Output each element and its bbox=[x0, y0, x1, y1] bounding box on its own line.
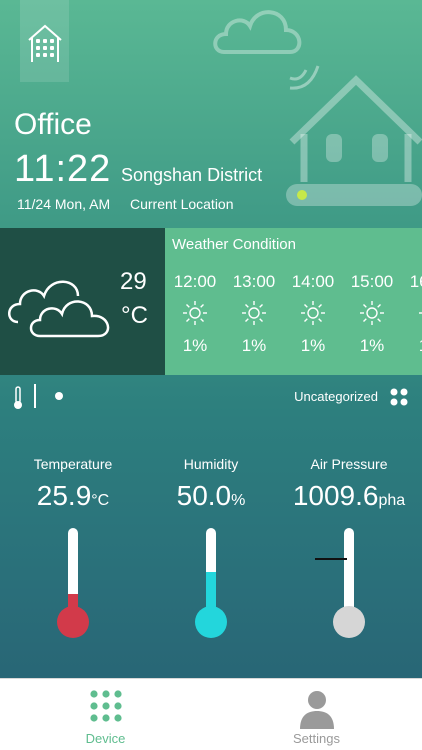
office-name: Office bbox=[14, 108, 92, 141]
hour-forecast-item: 15:00 1% bbox=[344, 272, 400, 356]
device-grid-icon bbox=[89, 690, 122, 722]
forecast-value: 1% bbox=[359, 336, 385, 355]
user-icon bbox=[299, 691, 334, 729]
air-pressure-gauge bbox=[315, 528, 365, 638]
temperature-sensor[interactable]: Temperature 25.9°C bbox=[3, 456, 143, 512]
category-label[interactable]: Uncategorized bbox=[294, 389, 378, 404]
hour-forecast-item: 16:00 1% bbox=[403, 272, 422, 356]
sun-icon bbox=[226, 300, 282, 326]
hour-forecast-item: 14:00 1% bbox=[285, 272, 341, 356]
temperature-unit: °C bbox=[121, 302, 148, 329]
home-grid-icon bbox=[28, 24, 62, 62]
forecast-hour: 12:00 bbox=[173, 272, 217, 291]
forecast-value: 1% bbox=[300, 336, 326, 355]
sensor-value: 50.0 bbox=[176, 480, 232, 511]
forecast-hour: 16:00 bbox=[409, 272, 422, 291]
header: Office 11:22 Songshan District 11/24 Mon… bbox=[0, 0, 422, 228]
hour-forecast-item: 13:00 1% bbox=[226, 272, 282, 356]
weather-condition-title: Weather Condition bbox=[172, 236, 296, 253]
home-menu-button[interactable] bbox=[20, 0, 69, 82]
sensor-label: Humidity bbox=[183, 456, 239, 472]
tab-settings[interactable]: Settings bbox=[211, 679, 422, 750]
cloudy-weather-icon bbox=[8, 280, 110, 338]
forecast-hour: 14:00 bbox=[291, 272, 335, 291]
sun-icon bbox=[285, 300, 341, 326]
current-weather-panel: 29 °C bbox=[0, 228, 165, 375]
current-location-label: Current Location bbox=[130, 196, 234, 212]
sensor-value: 25.9 bbox=[36, 480, 92, 511]
sensor-label: Air Pressure bbox=[310, 456, 388, 472]
current-date: 11/24 Mon, AM bbox=[17, 196, 111, 212]
humidity-sensor[interactable]: Humidity 50.0% bbox=[141, 456, 281, 512]
hour-forecast-item: 12:00 1% bbox=[167, 272, 223, 356]
cloud-decoration-icon bbox=[213, 10, 302, 54]
bottom-tab-bar: Device Settings bbox=[0, 678, 422, 750]
tab-device[interactable]: Device bbox=[0, 679, 211, 750]
sensor-unit: pha bbox=[378, 492, 406, 509]
grid-view-icon[interactable] bbox=[390, 388, 408, 406]
air-pressure-sensor[interactable]: Air Pressure 1009.6pha bbox=[279, 456, 419, 512]
sensor-unit: % bbox=[231, 492, 246, 509]
tab-device-label: Device bbox=[85, 731, 126, 746]
sun-icon bbox=[167, 300, 223, 326]
forecast-value: 1% bbox=[403, 336, 422, 356]
forecast-hour: 15:00 bbox=[350, 272, 394, 291]
forecast-value: 1% bbox=[182, 336, 208, 355]
sensor-label: Temperature bbox=[33, 456, 113, 472]
sensor-value: 1009.6 bbox=[292, 480, 379, 511]
sensor-unit: °C bbox=[91, 492, 110, 509]
page-dot-icon[interactable] bbox=[55, 392, 63, 400]
district-name: Songshan District bbox=[121, 165, 263, 185]
sun-icon bbox=[403, 300, 422, 326]
hourly-forecast-panel[interactable]: Weather Condition 12:00 1% 13:00 1% 14:00 1% 1… bbox=[165, 228, 422, 375]
temperature-gauge bbox=[57, 528, 89, 638]
filter-divider bbox=[34, 384, 36, 408]
pressure-marker bbox=[315, 558, 347, 560]
tab-settings-label: Settings bbox=[293, 731, 340, 746]
house-decoration-icon bbox=[286, 75, 422, 206]
current-temperature: 29 bbox=[120, 268, 147, 295]
current-time: 11:22 bbox=[14, 148, 112, 190]
sun-icon bbox=[344, 300, 400, 326]
forecast-hour: 13:00 bbox=[232, 272, 276, 291]
filter-bar: Uncategorized bbox=[0, 378, 422, 416]
thermometer-filter-icon[interactable] bbox=[13, 386, 23, 410]
humidity-gauge bbox=[195, 528, 227, 638]
forecast-value: 1% bbox=[241, 336, 267, 355]
